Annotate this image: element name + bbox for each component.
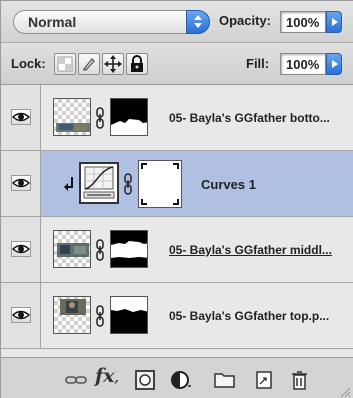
lock-position-icon[interactable]: [102, 53, 124, 75]
lock-label: Lock:: [11, 56, 46, 71]
lock-transparent-pixels-icon[interactable]: [54, 53, 76, 75]
blend-mode-stepper-icon[interactable]: [186, 10, 210, 34]
fx-text: fx: [95, 365, 115, 387]
visibility-toggle[interactable]: [1, 217, 41, 282]
fill-slider-arrow-icon[interactable]: [326, 53, 342, 75]
fill-input[interactable]: 100%: [280, 53, 326, 75]
layer-row[interactable]: Curves 1: [1, 151, 353, 217]
blend-mode-select[interactable]: Normal: [13, 10, 210, 34]
visibility-toggle[interactable]: [1, 283, 41, 348]
layer-mask-thumbnail[interactable]: [110, 230, 148, 268]
eye-icon: [11, 109, 31, 125]
chain-link-icon[interactable]: [123, 173, 133, 195]
lock-all-icon[interactable]: [126, 53, 148, 75]
visibility-toggle[interactable]: [1, 85, 41, 150]
opacity-label: Opacity:: [219, 13, 272, 28]
layers-list: 05- Bayla's GGfather botto... Curves 1 0…: [1, 85, 353, 357]
layer-thumbnail[interactable]: [53, 98, 91, 136]
curves-adjustment-icon[interactable]: [79, 162, 119, 204]
layer-mask-thumbnail[interactable]: [138, 160, 182, 208]
lock-image-pixels-icon[interactable]: [78, 53, 100, 75]
layer-thumbnail[interactable]: [53, 230, 91, 268]
adjustment-layer-icon[interactable]: [169, 368, 195, 392]
layer-name: 05- Bayla's GGfather botto...: [169, 111, 330, 125]
new-layer-icon[interactable]: [251, 368, 277, 392]
layer-style-fx-icon[interactable]: fx,: [95, 365, 121, 389]
link-layers-icon[interactable]: [63, 368, 89, 392]
layer-name: 05- Bayla's GGfather middl...: [169, 243, 332, 257]
layer-name: Curves 1: [201, 177, 256, 192]
opacity-input[interactable]: 100%: [280, 11, 326, 33]
new-group-icon[interactable]: [212, 368, 238, 392]
delete-layer-icon[interactable]: [286, 368, 312, 392]
resize-grip-icon[interactable]: [339, 386, 351, 398]
chain-link-icon[interactable]: [95, 239, 105, 261]
eye-icon: [11, 241, 31, 257]
chain-link-icon[interactable]: [95, 305, 105, 327]
layer-mask-thumbnail[interactable]: [110, 296, 148, 334]
chain-link-icon[interactable]: [95, 107, 105, 129]
layer-row[interactable]: 05- Bayla's GGfather botto...: [1, 85, 353, 151]
add-mask-icon[interactable]: [132, 368, 158, 392]
visibility-toggle[interactable]: [1, 151, 41, 216]
layer-row[interactable]: 05- Bayla's GGfather top.p...: [1, 283, 353, 349]
layer-thumbnail[interactable]: [53, 296, 91, 334]
blend-mode-value: Normal: [28, 14, 77, 30]
clipping-arrow-icon: [64, 177, 73, 191]
eye-icon: [11, 175, 31, 191]
layers-bottom-toolbar: fx,: [1, 357, 353, 398]
eye-icon: [11, 307, 31, 323]
blend-opacity-row: Normal Opacity: 100%: [1, 1, 353, 43]
layer-row[interactable]: 05- Bayla's GGfather middl...: [1, 217, 353, 283]
layer-name: 05- Bayla's GGfather top.p...: [169, 309, 330, 323]
fill-label: Fill:: [246, 56, 270, 71]
layer-mask-thumbnail[interactable]: [110, 98, 148, 136]
lock-fill-row: Lock: Fill: 100%: [1, 43, 353, 85]
empty-layers-area: [1, 349, 353, 357]
layers-panel: Normal Opacity: 100% Lock: Fill: 100% 05…: [0, 0, 353, 398]
opacity-slider-arrow-icon[interactable]: [326, 11, 342, 33]
